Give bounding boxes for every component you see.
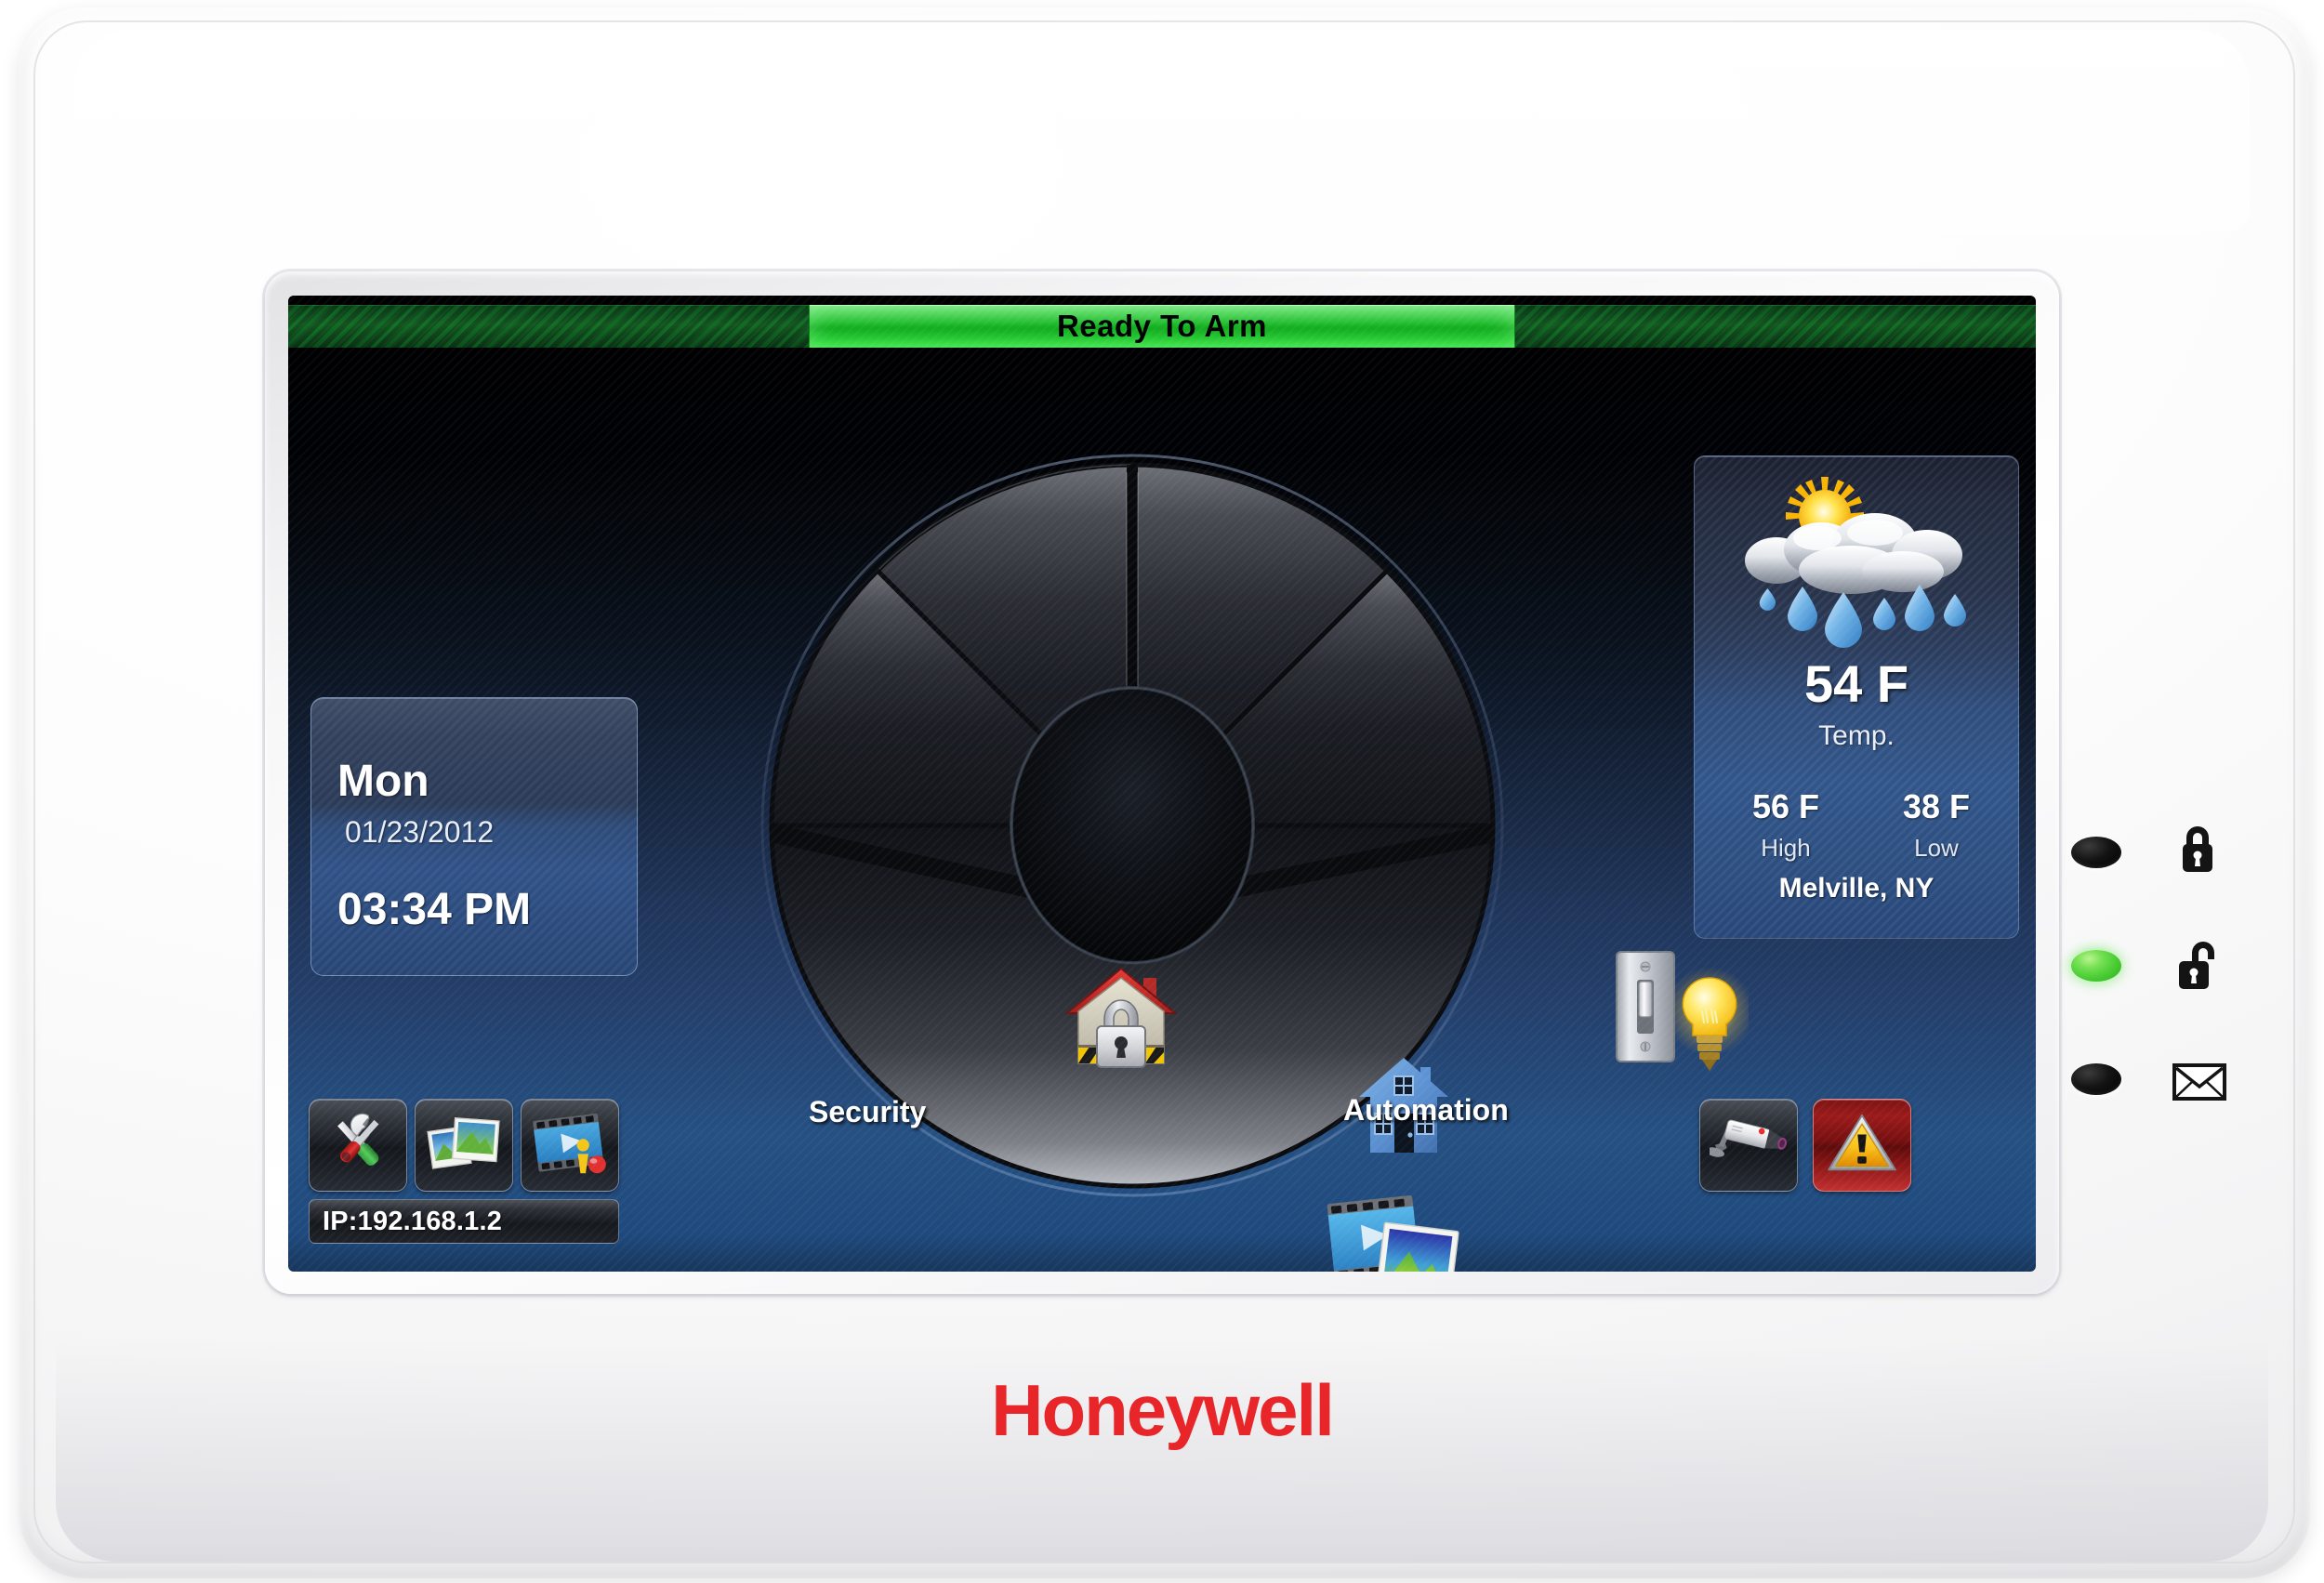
touchscreen-display[interactable]: Ready To Arm Mon 01/23/2012 03:34 PM Sec…: [288, 296, 2036, 1272]
wheel-center-home-button[interactable]: [1010, 686, 1255, 965]
housing-gloss: [74, 30, 2250, 309]
setup-tools-button[interactable]: [309, 1099, 407, 1192]
envelope-icon: [2172, 1062, 2226, 1115]
low-temperature: 38 F: [1902, 787, 1971, 825]
brand-logo: Honeywell: [991, 1369, 1335, 1451]
wheel-label-automation[interactable]: Automation: [1343, 1093, 1509, 1128]
photos-icon: [427, 1111, 501, 1181]
status-bar: Ready To Arm: [288, 305, 2036, 348]
photos-button[interactable]: [415, 1099, 513, 1192]
date-value: 01/23/2012: [345, 815, 495, 849]
house-lock-icon[interactable]: [1060, 963, 1182, 1073]
video-info-icon: [532, 1110, 608, 1181]
camera-button[interactable]: [1699, 1099, 1798, 1192]
message-led: [2071, 1063, 2121, 1095]
high-temperature: 56 F: [1751, 787, 1820, 825]
armed-led: [2071, 837, 2121, 868]
status-banner[interactable]: Ready To Arm: [809, 305, 1515, 348]
ip-address-bar[interactable]: IP:192.168.1.2: [309, 1199, 619, 1244]
film-photo-icon[interactable]: [1322, 1188, 1463, 1272]
tools-icon: [323, 1108, 393, 1183]
day-of-week: Mon: [337, 757, 429, 806]
status-bar-left-fill: [288, 305, 809, 348]
ip-address-text: IP:192.168.1.2: [323, 1206, 503, 1236]
video-info-button[interactable]: [521, 1099, 619, 1192]
datetime-panel[interactable]: Mon 01/23/2012 03:34 PM: [310, 697, 638, 976]
weather-location: Melville, NY: [1778, 873, 1934, 904]
time-value: 03:34 PM: [337, 885, 532, 934]
security-camera-icon: [1705, 1113, 1788, 1179]
lock-closed-icon: [2172, 822, 2224, 876]
high-label: High: [1761, 834, 1811, 862]
light-switch-bulb-icon[interactable]: [1604, 946, 1754, 1076]
warning-triangle-icon: [1827, 1112, 1897, 1180]
status-bar-right-fill: [1515, 305, 2036, 348]
ready-led: [2071, 950, 2121, 982]
panic-button[interactable]: [1813, 1099, 1911, 1192]
temperature-label: Temp.: [1818, 720, 1895, 751]
lock-open-icon: [2172, 937, 2224, 991]
sun-rain-cloud-icon: [1721, 469, 2000, 655]
weather-panel[interactable]: 54 F Temp. 56 F 38 F High Low Melville, …: [1694, 455, 2019, 939]
low-label: Low: [1914, 834, 1959, 862]
wheel-label-security[interactable]: Security: [809, 1095, 926, 1129]
status-text: Ready To Arm: [1056, 309, 1268, 343]
current-temperature: 54 F: [1803, 654, 1909, 713]
